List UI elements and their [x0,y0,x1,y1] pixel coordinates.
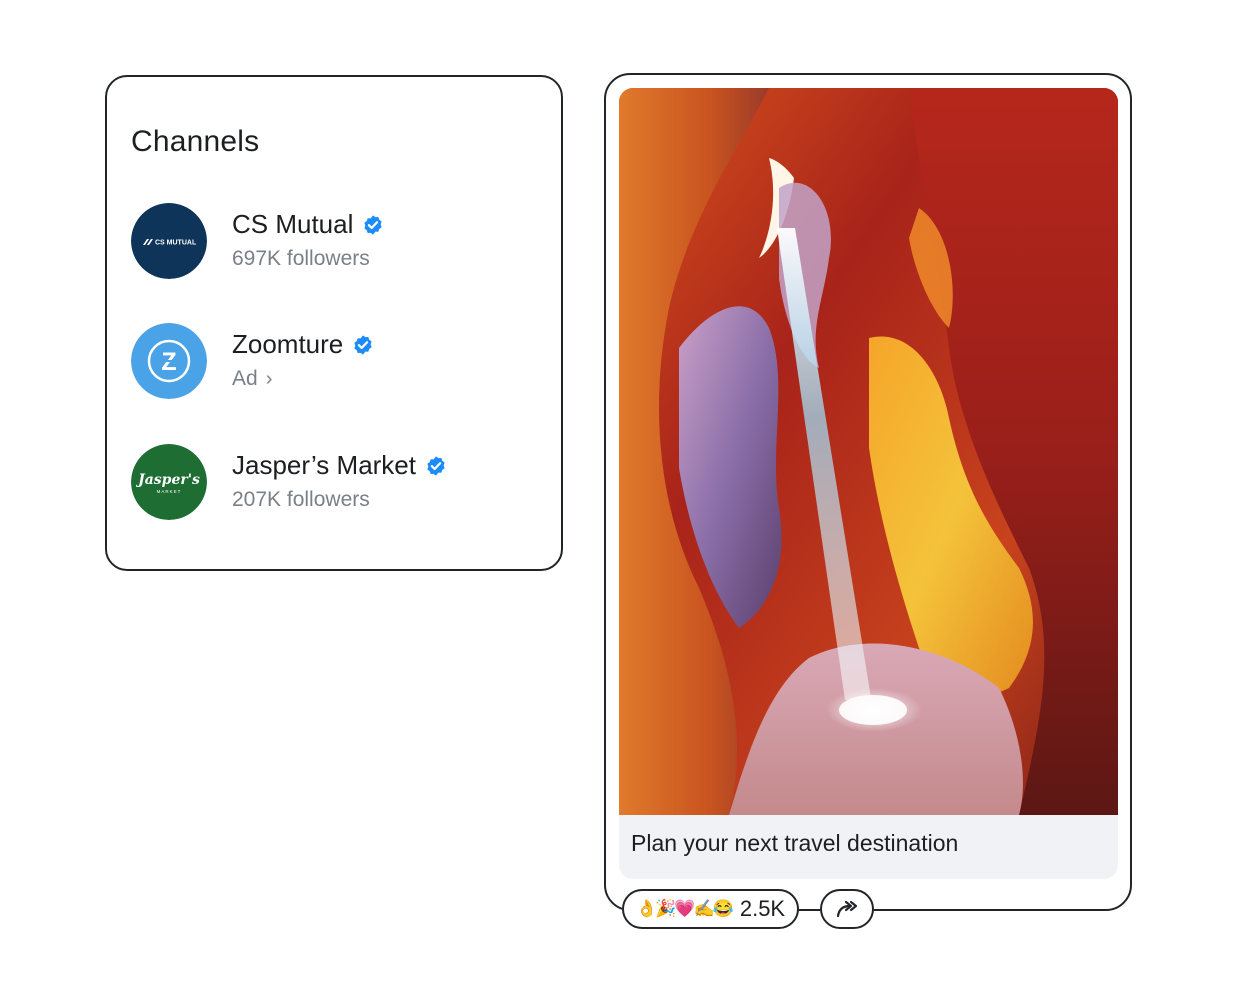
slot-canyon-photo[interactable] [619,88,1118,815]
post-card: Plan your next travel destination [604,73,1132,911]
channels-card: Channels CS MUTUAL CS Mutual 697K follow… [105,75,563,571]
avatar: CS MUTUAL [131,203,207,279]
channel-name: CS Mutual [232,209,384,240]
svg-text:Jasper's: Jasper's [135,472,200,488]
post-content[interactable]: Plan your next travel destination [619,88,1118,879]
reactions-button[interactable]: 👌🎉💗✍️😂 2.5K [622,889,800,929]
svg-text:MARKET: MARKET [157,489,182,494]
chevron-right-icon: › [265,367,273,390]
channel-item-zoomture[interactable]: Z Zoomture Ad › [131,323,531,401]
channel-item-jaspers-market[interactable]: Jasper's MARKET Jasper’s Market 207K fol… [131,444,531,522]
avatar: Jasper's MARKET [131,444,207,520]
avatar: Z [131,323,207,399]
share-arrow-icon [836,900,858,918]
follower-count: 207K followers [232,488,370,511]
post-caption: Plan your next travel destination [631,830,959,856]
share-button[interactable] [820,889,874,929]
channels-title: Channels [131,125,260,158]
channel-name: Zoomture [232,329,374,360]
ad-label[interactable]: Ad › [232,367,272,391]
svg-text:CS MUTUAL: CS MUTUAL [155,240,197,247]
verified-badge-icon [427,455,445,476]
reaction-emojis-icon: 👌🎉💗✍️😂 [636,899,734,918]
verified-badge-icon [364,214,383,235]
follower-count: 697K followers [232,247,370,270]
verified-badge-icon [354,334,372,355]
channel-item-cs-mutual[interactable]: CS MUTUAL CS Mutual 697K followers [131,203,531,281]
channel-name: Jasper’s Market [232,450,447,481]
reaction-count: 2.5K [739,896,786,921]
